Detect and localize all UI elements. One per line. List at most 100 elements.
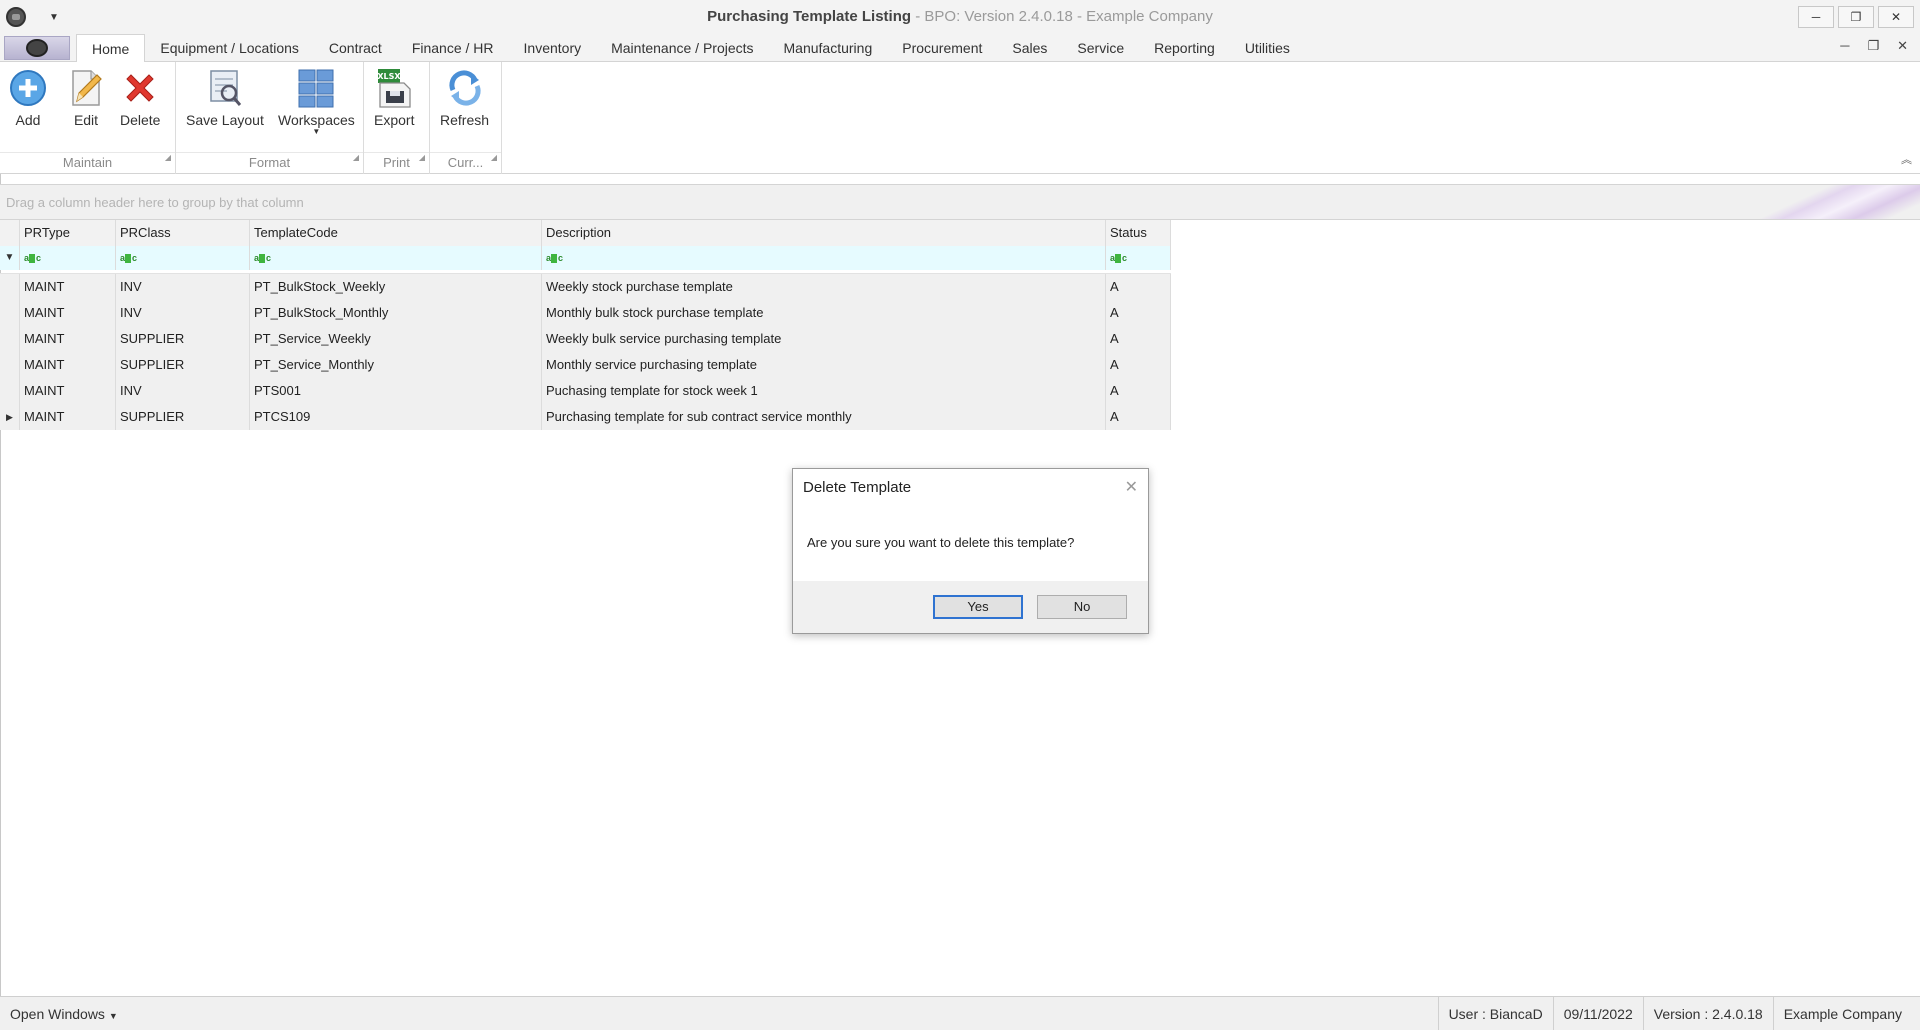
tab-utilities[interactable]: Utilities [1230,34,1305,62]
cell-templatecode[interactable]: PT_Service_Weekly [250,326,542,352]
column-header-templatecode[interactable]: TemplateCode [250,220,542,246]
cell-description[interactable]: Weekly stock purchase template [542,274,1106,300]
current-row-indicator-icon[interactable]: ▶ [0,404,20,430]
cell-templatecode[interactable]: PT_BulkStock_Monthly [250,300,542,326]
cell-templatecode[interactable]: PT_Service_Monthly [250,352,542,378]
mdi-restore-icon[interactable]: ❐ [1867,38,1879,54]
tab-service[interactable]: Service [1062,34,1139,62]
workspaces-button-label: Workspaces [278,112,355,128]
column-header-description[interactable]: Description [542,220,1106,246]
cell-prtype[interactable]: MAINT [20,378,116,404]
row-indicator[interactable] [0,300,20,326]
cell-status[interactable]: A [1106,378,1171,404]
cell-prclass[interactable]: INV [116,274,250,300]
workspaces-button[interactable]: Workspaces ▼ [278,66,355,136]
tab-procurement[interactable]: Procurement [887,34,997,62]
group-label-format: Format ◢ [176,152,363,172]
row-indicator[interactable] [0,326,20,352]
save-layout-icon [205,66,245,110]
filter-cell-templatecode[interactable]: ac [250,246,542,270]
tab-finance-hr[interactable]: Finance / HR [397,34,509,62]
dialog-launcher-icon[interactable]: ◢ [491,148,497,168]
tab-inventory[interactable]: Inventory [509,34,597,62]
row-indicator[interactable] [0,378,20,404]
cell-prtype[interactable]: MAINT [20,274,116,300]
row-indicator[interactable] [0,274,20,300]
cell-description[interactable]: Puchasing template for stock week 1 [542,378,1106,404]
add-button[interactable]: Add [8,66,48,128]
column-header-status[interactable]: Status [1106,220,1171,246]
mdi-minimize-icon[interactable]: ─ [1840,38,1849,54]
cell-templatecode[interactable]: PTS001 [250,378,542,404]
cell-status[interactable]: A [1106,274,1171,300]
no-button[interactable]: No [1037,595,1127,619]
group-by-panel[interactable]: Drag a column header here to group by th… [0,184,1920,220]
cell-description[interactable]: Monthly bulk stock purchase template [542,300,1106,326]
filter-cell-prclass[interactable]: ac [116,246,250,270]
app-logo-icon[interactable] [6,7,26,27]
open-windows-dropdown[interactable]: Open Windows ▼ [10,997,118,1030]
application-menu-button[interactable] [4,36,70,60]
filter-cell-description[interactable]: ac [542,246,1106,270]
tab-sales[interactable]: Sales [997,34,1062,62]
tab-home[interactable]: Home [76,34,146,63]
mdi-close-icon[interactable]: ✕ [1897,38,1908,54]
tab-manufacturing[interactable]: Manufacturing [769,34,888,62]
collapse-ribbon-icon[interactable]: ︽ [1901,151,1912,167]
group-label-maintain: Maintain ◢ [0,152,175,172]
cell-description[interactable]: Purchasing template for sub contract ser… [542,404,1106,430]
svg-text:XLSX: XLSX [378,72,402,81]
cell-prclass[interactable]: SUPPLIER [116,352,250,378]
column-header-prclass[interactable]: PRClass [116,220,250,246]
filter-cell-status[interactable]: ac [1106,246,1171,270]
quick-access-dropdown-icon[interactable]: ▼ [46,12,62,23]
dialog-close-icon[interactable]: ✕ [1125,477,1138,497]
table-row[interactable]: MAINT INV PT_BulkStock_Weekly Weekly stock … [0,274,1171,300]
cell-description[interactable]: Weekly bulk service purchasing template [542,326,1106,352]
cell-status[interactable]: A [1106,404,1171,430]
tab-reporting[interactable]: Reporting [1139,34,1230,62]
cell-status[interactable]: A [1106,326,1171,352]
tab-maintenance-projects[interactable]: Maintenance / Projects [596,34,768,62]
cell-templatecode[interactable]: PT_BulkStock_Weekly [250,274,542,300]
tab-equipment-locations[interactable]: Equipment / Locations [145,34,314,62]
table-row[interactable]: MAINT SUPPLIER PT_Service_Monthly Monthly s… [0,352,1171,378]
table-row[interactable]: MAINT INV PT_BulkStock_Monthly Monthly bulk… [0,300,1171,326]
cell-prtype[interactable]: MAINT [20,352,116,378]
close-button[interactable]: ✕ [1878,6,1914,28]
cell-status[interactable]: A [1106,300,1171,326]
delete-template-dialog: Delete Template ✕ Are you sure you want … [792,468,1149,634]
yes-button[interactable]: Yes [933,595,1023,619]
cell-description[interactable]: Monthly service purchasing template [542,352,1106,378]
restore-button[interactable]: ❐ [1838,6,1874,28]
grid-tiles-icon [296,66,336,110]
minimize-button[interactable]: ─ [1798,6,1834,28]
row-indicator[interactable] [0,352,20,378]
cell-prtype[interactable]: MAINT [20,404,116,430]
cell-prclass[interactable]: INV [116,300,250,326]
text-filter-icon: ac [24,253,41,264]
cell-prclass[interactable]: INV [116,378,250,404]
cell-status[interactable]: A [1106,352,1171,378]
tab-contract[interactable]: Contract [314,34,397,62]
save-layout-button[interactable]: Save Layout [186,66,264,128]
status-user: User : BiancaD [1437,997,1553,1030]
refresh-button[interactable]: Refresh [440,66,489,128]
cell-prclass[interactable]: SUPPLIER [116,326,250,352]
dialog-launcher-icon[interactable]: ◢ [165,148,171,168]
table-row[interactable]: MAINT SUPPLIER PT_Service_Weekly Weekly bul… [0,326,1171,352]
ribbon-group-print: XLSX Export Print ◢ [364,62,430,174]
cell-prtype[interactable]: MAINT [20,326,116,352]
delete-button[interactable]: Delete [120,66,160,128]
dialog-launcher-icon[interactable]: ◢ [419,148,425,168]
table-row[interactable]: MAINT INV PTS001 Puchasing template for sto… [0,378,1171,404]
filter-cell-prtype[interactable]: ac [20,246,116,270]
edit-button[interactable]: Edit [66,66,106,128]
cell-prclass[interactable]: SUPPLIER [116,404,250,430]
dialog-launcher-icon[interactable]: ◢ [353,148,359,168]
cell-templatecode[interactable]: PTCS109 [250,404,542,430]
cell-prtype[interactable]: MAINT [20,300,116,326]
column-header-prtype[interactable]: PRType [20,220,116,246]
table-row[interactable]: ▶ MAINT SUPPLIER PTCS109 Purchasing template… [0,404,1171,430]
export-button[interactable]: XLSX Export [374,66,414,128]
